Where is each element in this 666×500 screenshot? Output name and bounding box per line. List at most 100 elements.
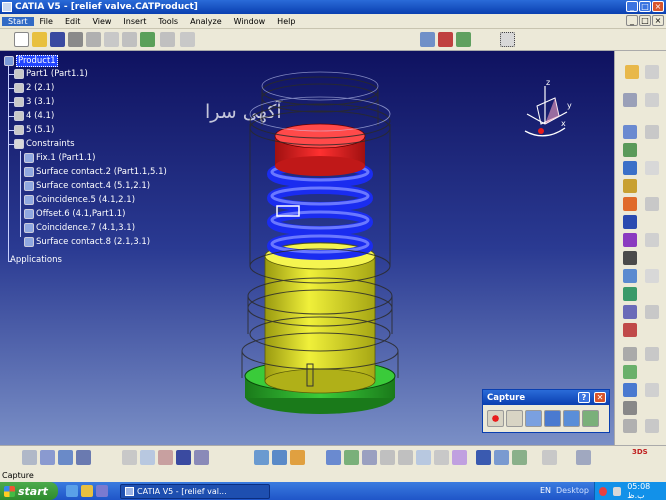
measure-icon[interactable] <box>456 32 471 47</box>
explode-icon[interactable] <box>623 323 637 337</box>
snap-icon[interactable] <box>40 450 55 465</box>
pan-view-icon[interactable] <box>344 450 359 465</box>
minimize-button[interactable]: _ <box>626 1 638 12</box>
measure-between-icon[interactable] <box>623 401 637 415</box>
walk-icon[interactable] <box>272 450 287 465</box>
chain-icon[interactable] <box>542 450 557 465</box>
menu-file[interactable]: File <box>34 17 59 26</box>
catalog-icon[interactable] <box>420 32 435 47</box>
security-icon[interactable] <box>599 486 608 496</box>
offset-icon[interactable] <box>623 233 637 247</box>
paste-icon[interactable] <box>122 32 137 47</box>
layer-icon[interactable] <box>176 450 191 465</box>
sectioning-icon[interactable] <box>623 365 637 379</box>
tree-root[interactable]: Product1 <box>4 55 58 67</box>
fit-all-icon[interactable] <box>645 65 659 79</box>
menu-window[interactable]: Window <box>228 17 272 26</box>
comment-icon[interactable] <box>140 450 155 465</box>
media-icon[interactable] <box>96 485 108 497</box>
component-icon[interactable] <box>623 125 637 139</box>
doc-restore-button[interactable]: □ <box>639 15 651 26</box>
clock[interactable]: 05:08 ب.ظ <box>627 482 666 500</box>
tree-constraint[interactable]: Offset.6 (4.1,Part1.1) <box>24 209 126 219</box>
copy-icon[interactable] <box>104 32 119 47</box>
3d-viewport[interactable]: Product1 Part1 (Part1.1) 2 (2.1) 3 (3.1)… <box>0 51 614 445</box>
contact-icon[interactable] <box>623 215 637 229</box>
whats-this-icon[interactable] <box>180 32 195 47</box>
tree-constraint[interactable]: Coincidence.5 (4.1,2.1) <box>24 195 135 205</box>
capture-options-icon[interactable] <box>525 410 542 427</box>
doc-minimize-button[interactable]: _ <box>626 15 638 26</box>
start-button[interactable]: start <box>0 482 58 500</box>
quick-view-icon[interactable] <box>452 450 467 465</box>
hyperlink-icon[interactable] <box>158 450 173 465</box>
shading-icon[interactable] <box>645 305 659 319</box>
camera-icon[interactable] <box>544 410 561 427</box>
tree-constraint[interactable]: Surface contact.4 (5.1,2.1) <box>24 181 150 191</box>
volume-icon[interactable] <box>613 486 622 496</box>
angle-icon[interactable] <box>623 251 637 265</box>
move-icon[interactable] <box>22 450 37 465</box>
view-mode-icon[interactable] <box>434 450 449 465</box>
album-icon[interactable] <box>563 410 580 427</box>
knowledge-icon[interactable] <box>438 32 453 47</box>
menu-edit[interactable]: Edit <box>59 17 87 26</box>
select-arrow-icon[interactable] <box>625 65 639 79</box>
close-button[interactable]: × <box>652 1 664 12</box>
rotate-icon[interactable] <box>645 125 659 139</box>
save-icon[interactable] <box>50 32 65 47</box>
fly-mode-icon[interactable] <box>254 450 269 465</box>
normal-view-icon[interactable] <box>645 197 659 211</box>
hide-show-icon[interactable] <box>645 347 659 361</box>
zoom-in-icon[interactable] <box>380 450 395 465</box>
manipulate-icon[interactable] <box>623 305 637 319</box>
tree-constraint[interactable]: Fix.1 (Part1.1) <box>24 153 95 163</box>
tree-part[interactable]: 4 (4.1) <box>14 111 54 121</box>
capture-close-button[interactable]: ✕ <box>594 392 606 403</box>
swap-space-icon[interactable] <box>645 383 659 397</box>
update-icon[interactable] <box>623 287 637 301</box>
menu-tools[interactable]: Tools <box>152 17 184 26</box>
reorder-icon[interactable] <box>76 450 91 465</box>
zoom-out-icon[interactable] <box>398 450 413 465</box>
language-indicator[interactable]: EN <box>540 486 551 495</box>
new-part-icon[interactable] <box>623 143 637 157</box>
light-icon[interactable] <box>290 450 305 465</box>
replace-component-icon[interactable] <box>623 179 637 193</box>
iso-view-icon[interactable] <box>645 269 659 283</box>
print-icon[interactable] <box>68 32 83 47</box>
show-icon[interactable] <box>476 450 491 465</box>
fix-icon[interactable] <box>623 269 637 283</box>
tree-part[interactable]: 3 (3.1) <box>14 97 54 107</box>
capture-help-button[interactable]: ? <box>578 392 590 403</box>
constraint-icon[interactable] <box>623 197 637 211</box>
tree-constraint[interactable]: Surface contact.8 (2.1,3.1) <box>24 237 150 247</box>
pan-icon[interactable] <box>645 93 659 107</box>
menu-analyze[interactable]: Analyze <box>184 17 228 26</box>
tree-part[interactable]: 5 (5.1) <box>14 125 54 135</box>
maximize-button[interactable]: □ <box>639 1 651 12</box>
desktop-toolbar[interactable]: Desktop <box>556 486 589 495</box>
swap-icon[interactable] <box>512 450 527 465</box>
select-mode-icon[interactable] <box>506 410 523 427</box>
multi-view-icon[interactable] <box>645 233 659 247</box>
tree-constraint[interactable]: Coincidence.7 (4.1,3.1) <box>24 223 135 233</box>
distance-icon[interactable] <box>623 383 637 397</box>
undo-icon[interactable] <box>140 32 155 47</box>
tree-constraints[interactable]: Constraints <box>14 139 75 149</box>
product-structure-icon[interactable] <box>623 93 637 107</box>
menu-help[interactable]: Help <box>271 17 301 26</box>
menu-start[interactable]: Start <box>2 16 34 26</box>
cut-icon[interactable] <box>86 32 101 47</box>
annotation-icon[interactable] <box>623 419 637 433</box>
hide-icon[interactable] <box>494 450 509 465</box>
rotate-view-icon[interactable] <box>362 450 377 465</box>
cube-icon[interactable] <box>576 450 591 465</box>
new-icon[interactable] <box>14 32 29 47</box>
explorer-icon[interactable] <box>81 485 93 497</box>
tree-part[interactable]: Part1 (Part1.1) <box>14 69 88 79</box>
fit-icon[interactable] <box>326 450 341 465</box>
existing-component-icon[interactable] <box>623 161 637 175</box>
menu-view[interactable]: View <box>86 17 117 26</box>
redo-icon[interactable] <box>160 32 175 47</box>
